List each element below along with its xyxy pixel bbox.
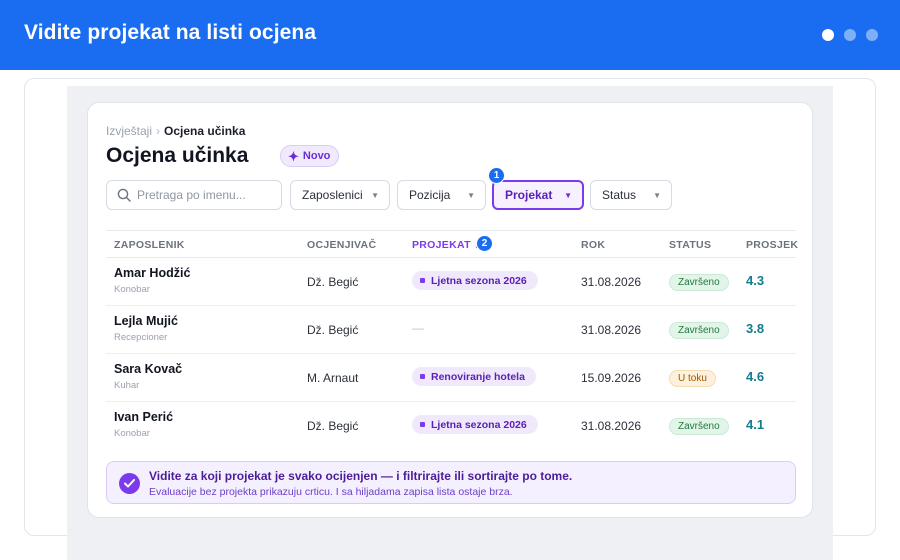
reviewer-name: Dž. Begić [307,323,359,337]
deadline-date: 31.08.2026 [581,419,642,433]
column-status[interactable]: STATUS [669,239,711,251]
chevron-down-icon: ▼ [564,190,572,200]
search-input[interactable] [137,188,277,202]
column-reviewer[interactable]: OCJENJIVAČ [307,239,376,251]
employee-name: Ivan Perić [114,410,174,424]
project-square-icon [420,422,425,427]
project-filter-label: Projekat [505,188,553,202]
breadcrumb-parent[interactable]: Izvještaji [106,124,152,138]
deadline-date: 31.08.2026 [581,275,642,289]
employees-filter-label: Zaposlenici [302,188,363,202]
table-row[interactable]: Ivan Perić Konobar Dž. Begić Ljetna sezo… [106,402,796,450]
info-detail: Evaluacije bez projekta prikazuju crticu… [149,486,513,498]
project-square-icon [420,278,425,283]
employee-role: Kuhar [114,380,140,391]
new-badge-label: Novo [302,150,331,162]
step-badge-2: 2 [476,235,493,252]
average-score: 4.6 [746,369,765,384]
new-badge: ✦ Novo [280,145,340,167]
project-tag-label: Ljetna sezona 2026 [431,274,527,287]
info-callout: Vidite za koji projekat je svako ocijenj… [106,461,796,504]
chevron-down-icon: ▼ [467,190,475,200]
page-title: Ocjena učinka [106,144,249,167]
employee-name: Amar Hodžić [114,266,191,280]
position-filter[interactable]: Pozicija ▼ [397,180,486,210]
column-deadline[interactable]: ROK [581,239,605,251]
employee-name: Lejla Mujić [114,314,178,328]
project-tag-label: Ljetna sezona 2026 [431,418,527,431]
average-score: 4.1 [746,417,765,432]
banner-title: Vidite projekat na listi ocjena [24,21,317,44]
employee-name: Sara Kovač [114,362,183,376]
deadline-date: 31.08.2026 [581,323,642,337]
column-average[interactable]: PROSJEK [746,239,798,251]
breadcrumb: Izvještaji › Ocjena učinka [106,124,245,138]
breadcrumb-separator: › [156,124,161,138]
chevron-down-icon: ▼ [653,190,661,200]
check-circle-icon [119,473,140,494]
project-filter[interactable]: Projekat ▼ [492,180,584,210]
table-header: ZAPOSLENIK OCJENJIVAČ PROJEKAT ↓ 2 ROK S… [106,230,798,258]
table-row[interactable]: Sara Kovač Kuhar M. Arnaut Renoviranje h… [106,354,796,402]
deadline-date: 15.09.2026 [581,371,642,385]
no-project-dash: — [412,321,424,335]
average-score: 4.3 [746,273,765,288]
project-tag[interactable]: Ljetna sezona 2026 [412,415,538,434]
reviewer-name: Dž. Begić [307,275,359,289]
pagination-dot-3[interactable] [866,29,878,41]
employee-role: Konobar [114,428,150,439]
employee-role: Recepcioner [114,332,168,343]
status-badge: Završeno [669,418,729,435]
pagination-dot-1[interactable] [822,29,834,41]
project-tag-label: Renoviranje hotela [431,370,525,383]
search-box[interactable] [106,180,282,210]
employees-filter[interactable]: Zaposlenici ▼ [290,180,390,210]
status-filter-label: Status [602,188,637,202]
column-project[interactable]: PROJEKAT ↓ [412,239,480,251]
average-score: 3.8 [746,321,765,336]
chevron-down-icon: ▼ [371,190,379,200]
status-filter[interactable]: Status ▼ [590,180,672,210]
column-employee[interactable]: ZAPOSLENIK [114,239,185,251]
position-filter-label: Pozicija [409,188,451,202]
project-square-icon [420,374,425,379]
employee-role: Konobar [114,284,150,295]
search-icon [117,188,131,202]
info-headline: Vidite za koji projekat je svako ocijenj… [149,469,573,483]
breadcrumb-current: Ocjena učinka [164,124,246,138]
table-row[interactable]: Amar Hodžić Konobar Dž. Begić Ljetna sez… [106,258,796,306]
step-badge-1: 1 [488,167,505,184]
evaluation-card: Izvještaji › Ocjena učinka Ocjena učinka ✦… [87,102,813,518]
sparkle-icon: ✦ [288,148,299,164]
pagination-dots [822,29,878,41]
project-tag[interactable]: Renoviranje hotela [412,367,536,386]
status-badge: Završeno [669,274,729,291]
status-badge: U toku [669,370,716,387]
table-row[interactable]: Lejla Mujić Recepcioner Dž. Begić — 31.0… [106,306,796,354]
reviewer-name: Dž. Begić [307,419,359,433]
reviewer-name: M. Arnaut [307,371,359,385]
status-badge: Završeno [669,322,729,339]
top-banner: Vidite projekat na listi ocjena [0,0,900,70]
pagination-dot-2[interactable] [844,29,856,41]
project-tag[interactable]: Ljetna sezona 2026 [412,271,538,290]
